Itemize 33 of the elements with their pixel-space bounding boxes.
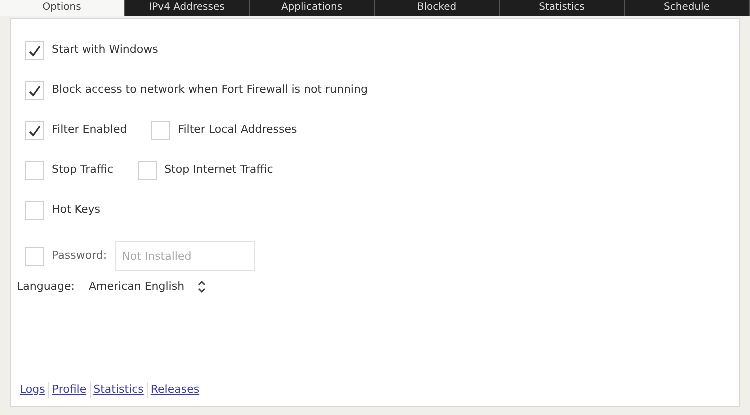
tab[interactable]: Blocked — [375, 0, 500, 16]
checkmark-icon — [28, 84, 40, 96]
checkbox-label: Filter Local Addresses — [178, 122, 298, 138]
checkmark-icon — [28, 44, 40, 56]
footer-link[interactable]: Profile — [52, 382, 87, 396]
checkbox[interactable] — [25, 201, 44, 220]
tab[interactable]: Statistics — [500, 0, 625, 16]
language-label: Language: — [17, 279, 75, 295]
checkmark-icon — [28, 124, 40, 136]
tab[interactable]: Applications — [250, 0, 375, 16]
checkbox[interactable] — [25, 81, 44, 100]
checkbox-label: Stop Internet Traffic — [164, 162, 274, 178]
checkbox-label: Block access to network when Fort Firewall is not running — [52, 82, 368, 98]
password-label: Password: — [52, 248, 108, 264]
password-field[interactable]: Not Installed — [115, 241, 256, 271]
updown-caret-icon — [196, 280, 207, 294]
checkbox[interactable] — [25, 161, 44, 180]
footer-link[interactable]: Logs — [20, 382, 46, 396]
checkbox[interactable] — [151, 121, 170, 140]
checkbox[interactable] — [25, 41, 44, 60]
tab[interactable]: IPv4 Addresses — [125, 0, 250, 16]
checkbox[interactable] — [25, 246, 44, 266]
checkbox-label: Filter Enabled — [52, 122, 128, 138]
checkbox[interactable] — [138, 161, 157, 180]
checkbox[interactable] — [25, 121, 44, 140]
footer-link[interactable]: Statistics — [94, 382, 144, 396]
tab[interactable]: Schedule — [625, 0, 750, 16]
language-select[interactable]: American English — [89, 279, 207, 296]
checkbox-label: Stop Traffic — [52, 162, 114, 178]
checkbox-label: Hot Keys — [52, 202, 100, 218]
tab[interactable]: Options — [0, 0, 125, 16]
footer-link[interactable]: Releases — [150, 382, 200, 396]
checkbox-label: Start with Windows — [52, 42, 158, 58]
